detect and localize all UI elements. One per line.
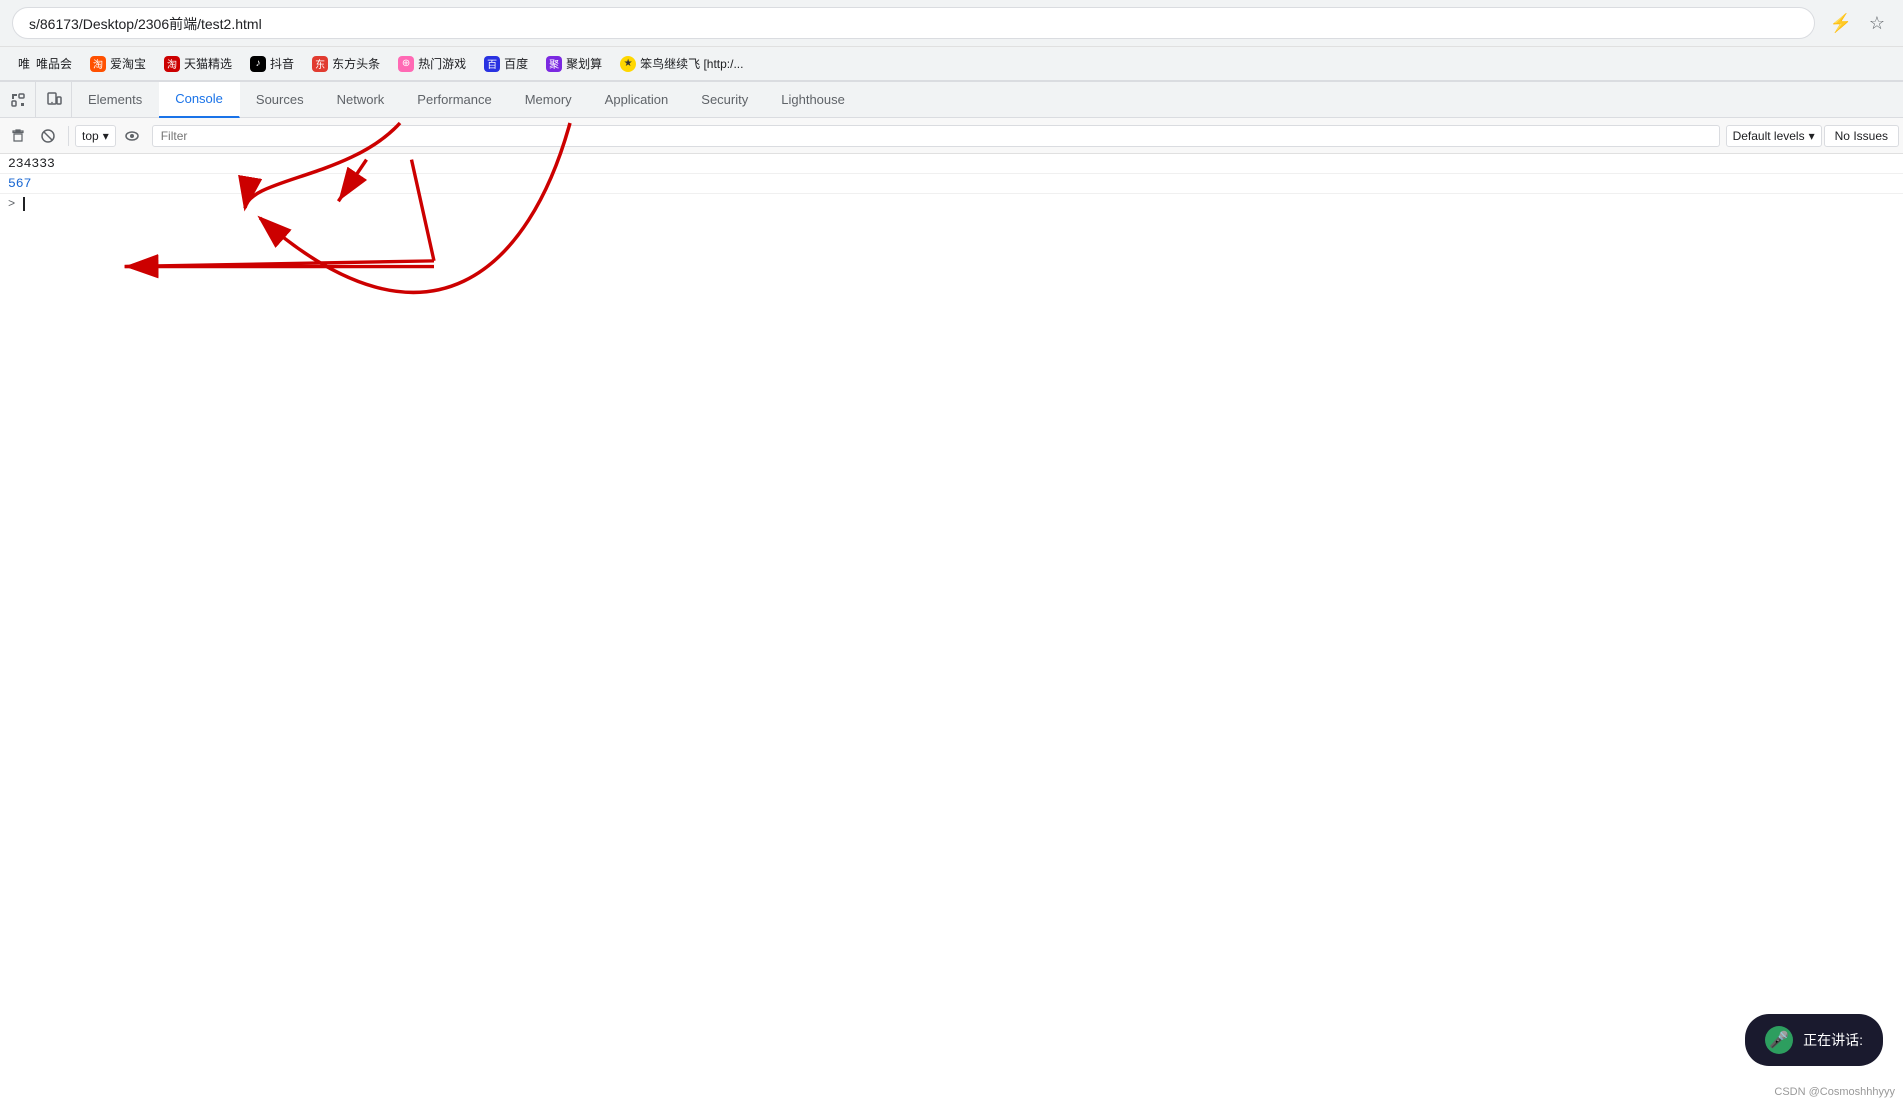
- browser-actions: ⚡ ☆: [1827, 9, 1891, 37]
- console-line-2: 567: [0, 174, 1903, 194]
- bookmark-icon-3: ♪: [250, 56, 266, 72]
- bookmark-icon-4: 东: [312, 56, 328, 72]
- url-input[interactable]: s/86173/Desktop/2306前端/test2.html: [12, 7, 1815, 39]
- bookmark-icon-2: 淘: [164, 56, 180, 72]
- prompt-arrow-icon[interactable]: >: [8, 197, 15, 211]
- bookmark-label-7: 聚划算: [566, 55, 602, 72]
- bookmark-item-6[interactable]: 百百度: [476, 51, 536, 76]
- console-toolbar: top ▾ Default levels ▾ No Issues: [0, 118, 1903, 154]
- bookmark-label-8: 笨鸟继续飞 [http:/...: [640, 55, 743, 72]
- tab-memory[interactable]: Memory: [509, 82, 589, 118]
- bookmark-item-3[interactable]: ♪抖音: [242, 51, 302, 76]
- tab-performance[interactable]: Performance: [401, 82, 508, 118]
- tab-console[interactable]: Console: [159, 82, 240, 118]
- tab-lighthouse[interactable]: Lighthouse: [765, 82, 862, 118]
- console-line-1: 234333: [0, 154, 1903, 174]
- levels-dropdown[interactable]: Default levels ▾: [1726, 125, 1822, 147]
- bookmark-item-2[interactable]: 淘天猫精选: [156, 51, 240, 76]
- bookmark-label-3: 抖音: [270, 55, 294, 72]
- console-output-1: 234333: [8, 156, 55, 171]
- tab-network[interactable]: Network: [321, 82, 402, 118]
- bookmark-label-1: 爱淘宝: [110, 55, 146, 72]
- console-prompt[interactable]: >: [0, 194, 1903, 214]
- speaking-widget: 🎤 正在讲话:: [1745, 1014, 1883, 1066]
- issues-counter[interactable]: No Issues: [1824, 125, 1899, 147]
- annotation-arrows: [0, 154, 1903, 1054]
- browser-chrome: s/86173/Desktop/2306前端/test2.html ⚡ ☆ 唯唯…: [0, 0, 1903, 81]
- inspect-element-button[interactable]: [0, 82, 36, 118]
- console-content: 234333 567 >: [0, 154, 1903, 1054]
- devtools-tabs: ElementsConsoleSourcesNetworkPerformance…: [0, 82, 1903, 118]
- bookmark-button[interactable]: ☆: [1863, 9, 1891, 37]
- bookmark-label-4: 东方头条: [332, 55, 380, 72]
- csdn-credit: CSDN @Cosmoshhhyyy: [1774, 1086, 1895, 1098]
- tab-security[interactable]: Security: [685, 82, 765, 118]
- bookmark-icon-0: 唯: [16, 56, 32, 72]
- eye-button[interactable]: [118, 122, 146, 150]
- bookmark-item-1[interactable]: 淘爱淘宝: [82, 51, 154, 76]
- bookmark-icon-6: 百: [484, 56, 500, 72]
- microphone-icon: 🎤: [1765, 1026, 1793, 1054]
- tab-application[interactable]: Application: [589, 82, 686, 118]
- speaking-label: 正在讲话:: [1803, 1030, 1863, 1050]
- separator-1: [68, 126, 69, 146]
- device-toolbar-button[interactable]: [36, 82, 72, 118]
- devtools-panel: ElementsConsoleSourcesNetworkPerformance…: [0, 81, 1903, 1054]
- bookmark-icon-5: ⊕: [398, 56, 414, 72]
- bookmark-icon-8: ★: [620, 56, 636, 72]
- bookmark-icon-7: 聚: [546, 56, 562, 72]
- bookmark-item-7[interactable]: 聚聚划算: [538, 51, 610, 76]
- bookmark-label-0: 唯品会: [36, 55, 72, 72]
- prompt-cursor: [23, 197, 25, 211]
- address-bar: s/86173/Desktop/2306前端/test2.html ⚡ ☆: [0, 0, 1903, 46]
- tab-sources[interactable]: Sources: [240, 82, 321, 118]
- bookmark-label-2: 天猫精选: [184, 55, 232, 72]
- bookmark-item-4[interactable]: 东东方头条: [304, 51, 388, 76]
- bookmark-label-5: 热门游戏: [418, 55, 466, 72]
- lightning-button[interactable]: ⚡: [1827, 9, 1855, 37]
- bookmark-label-6: 百度: [504, 55, 528, 72]
- bookmark-item-0[interactable]: 唯唯品会: [8, 51, 80, 76]
- bookmarks-bar: 唯唯品会淘爱淘宝淘天猫精选♪抖音东东方头条⊕热门游戏百百度聚聚划算★笨鸟继续飞 …: [0, 46, 1903, 80]
- console-output-2: 567: [8, 176, 31, 191]
- clear-console-button[interactable]: [4, 122, 32, 150]
- bookmark-icon-1: 淘: [90, 56, 106, 72]
- block-button[interactable]: [34, 122, 62, 150]
- filter-input[interactable]: [152, 125, 1720, 147]
- bookmark-item-5[interactable]: ⊕热门游戏: [390, 51, 474, 76]
- tab-elements[interactable]: Elements: [72, 82, 159, 118]
- bookmark-item-8[interactable]: ★笨鸟继续飞 [http:/...: [612, 51, 751, 76]
- context-selector[interactable]: top ▾: [75, 125, 116, 147]
